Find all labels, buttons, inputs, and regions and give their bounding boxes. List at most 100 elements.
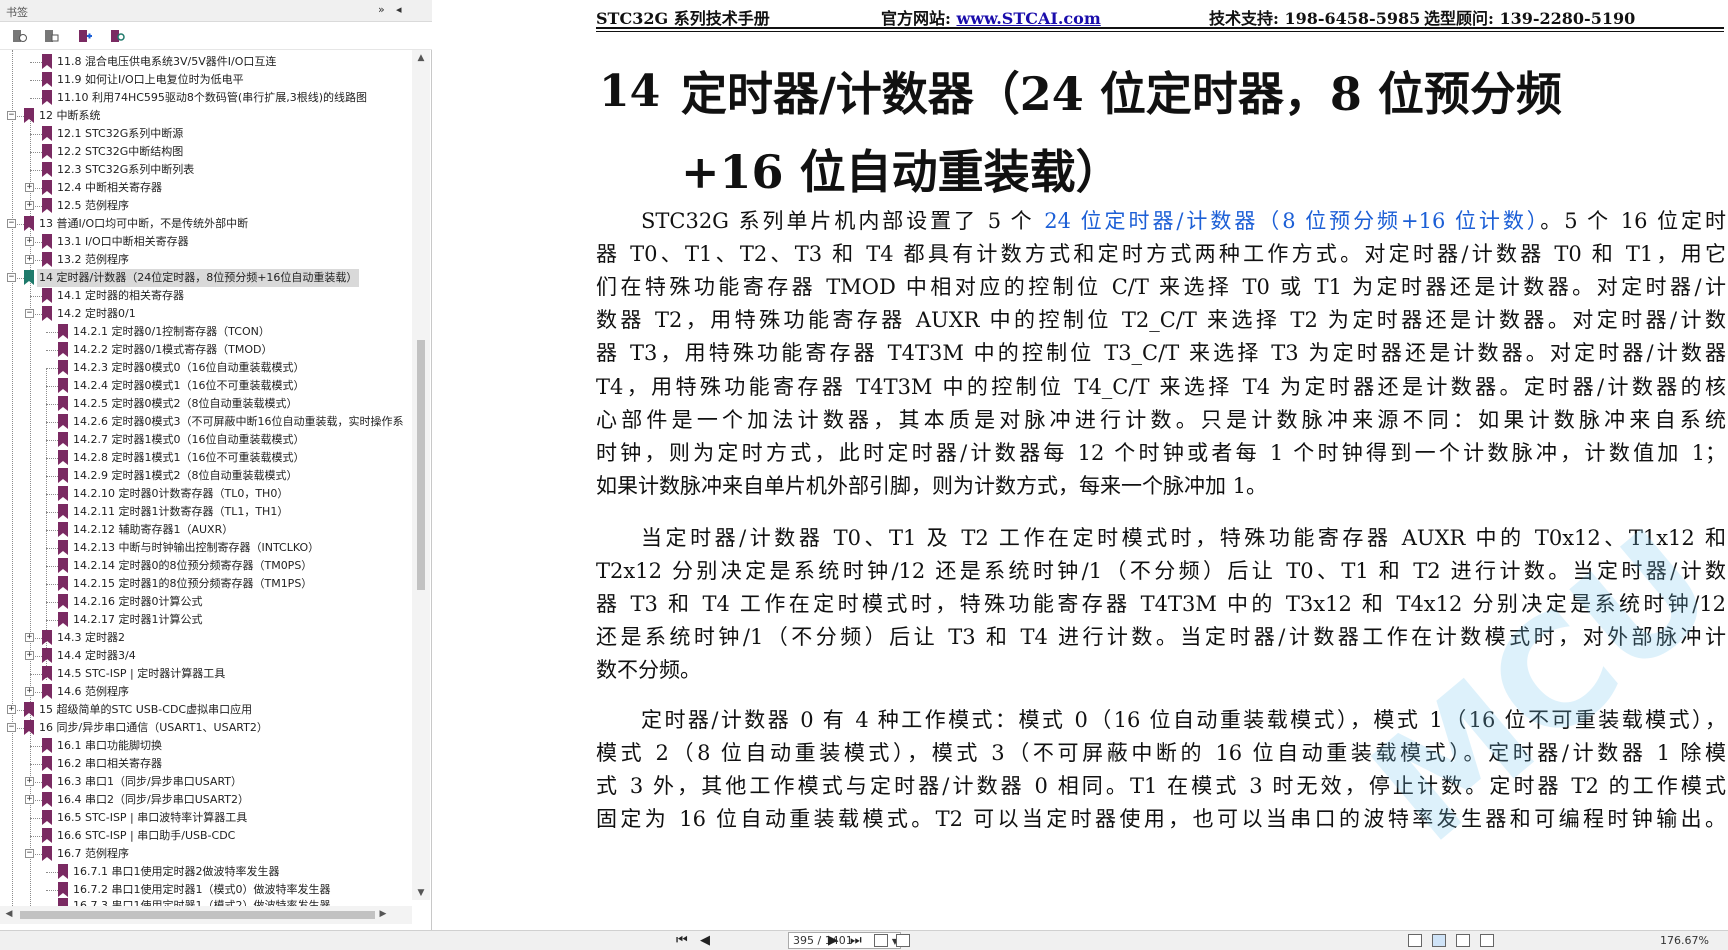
continuous-facing-view-icon[interactable] bbox=[1480, 934, 1494, 947]
previous-view-icon[interactable] bbox=[874, 934, 888, 947]
bookmark-item[interactable]: − 14.2 定时器0/1 bbox=[0, 305, 412, 323]
bookmark-new-icon[interactable] bbox=[76, 28, 94, 44]
expand-toggle-icon[interactable]: + bbox=[25, 795, 34, 804]
bookmark-item[interactable]: 16.1 串口功能脚切换 bbox=[0, 737, 412, 755]
bookmark-item[interactable]: 14.2.13 中断与时钟输出控制寄存器（INTCLKO） bbox=[0, 539, 412, 557]
bookmark-item[interactable]: − 16 同步/异步串口通信（USART1、USART2） bbox=[0, 719, 412, 737]
first-page-button[interactable]: ⏮ bbox=[676, 933, 688, 948]
expand-toggle-icon[interactable]: + bbox=[7, 705, 16, 714]
bookmark-options-icon[interactable] bbox=[10, 28, 28, 44]
scroll-down-arrow-icon[interactable]: ▼ bbox=[412, 888, 430, 898]
bookmark-item[interactable]: +14.3 定时器2 bbox=[0, 629, 412, 647]
bookmark-item[interactable]: 14.2.14 定时器0的8位预分频寄存器（TM0PS） bbox=[0, 557, 412, 575]
bookmark-item[interactable]: 14.5 STC-ISP | 定时器计算器工具 bbox=[0, 665, 412, 683]
bookmark-item[interactable]: +13.1 I/O口中断相关寄存器 bbox=[0, 233, 412, 251]
bookmark-item[interactable]: 14.2.7 定时器1模式0（16位自动重装载模式） bbox=[0, 431, 412, 449]
bookmark-flag-icon bbox=[42, 234, 52, 249]
tree-branch-line bbox=[30, 296, 42, 297]
scroll-up-arrow-icon[interactable]: ▲ bbox=[412, 53, 430, 63]
expand-toggle-icon[interactable]: + bbox=[25, 201, 34, 210]
bookmark-item[interactable]: 14.2.3 定时器0模式0（16位自动重装载模式） bbox=[0, 359, 412, 377]
expand-toggle-icon[interactable]: + bbox=[25, 687, 34, 696]
bookmark-item[interactable]: +15 超级简单的STC USB-CDC虚拟串口应用 bbox=[0, 701, 412, 719]
bookmark-item[interactable]: +14.6 范例程序 bbox=[0, 683, 412, 701]
bookmark-item[interactable]: 16.6 STC-ISP | 串口助手/USB-CDC bbox=[0, 827, 412, 845]
facing-view-icon[interactable] bbox=[1456, 934, 1470, 947]
bookmark-item[interactable]: 11.8 混合电压供电系统3V/5V器件I/O口互连 bbox=[0, 53, 412, 71]
bookmarks-panel: 书签 » ◂ 11.8 混合电压供电系统3V/5V器件I/O口互连 11.9 如何… bbox=[0, 0, 432, 930]
bookmark-label: 12.4 中断相关寄存器 bbox=[57, 181, 162, 194]
paragraph-line: 时钟，则为定时方式，此时定时器/计数器每 12 个时钟或者每 1 个时钟得到一个… bbox=[596, 440, 1726, 465]
bookmark-item[interactable]: 14.2.16 定时器0计算公式 bbox=[0, 593, 412, 611]
bookmark-item[interactable]: +13.2 范例程序 bbox=[0, 251, 412, 269]
next-view-icon[interactable] bbox=[896, 934, 910, 947]
collapse-panel-button[interactable]: » bbox=[378, 3, 385, 16]
bookmarks-header: 书签 » ◂ bbox=[0, 0, 432, 22]
previous-page-button[interactable]: ◀ bbox=[700, 933, 710, 948]
expand-toggle-icon[interactable]: + bbox=[25, 183, 34, 192]
bookmark-item[interactable]: 14.2.15 定时器1的8位预分频寄存器（TM1PS） bbox=[0, 575, 412, 593]
bookmark-item[interactable]: +12.4 中断相关寄存器 bbox=[0, 179, 412, 197]
collapse-toggle-icon[interactable]: − bbox=[7, 111, 16, 120]
zoom-level[interactable]: 176.67% bbox=[1660, 934, 1709, 947]
bookmark-item[interactable]: 11.9 如何让I/O口上电复位时为低电平 bbox=[0, 71, 412, 89]
expand-toggle-icon[interactable]: + bbox=[25, 255, 34, 264]
bookmark-item[interactable]: 16.7.3 串口1使用定时器1（模式2）做波特率发生器 bbox=[0, 897, 412, 906]
highlighted-text[interactable]: 24 位定时器/计数器（8 位预分频+16 位计数） bbox=[1044, 209, 1540, 233]
scroll-right-arrow-icon[interactable]: ▶ bbox=[374, 909, 392, 919]
bookmark-item[interactable]: +12.5 范例程序 bbox=[0, 197, 412, 215]
collapse-toggle-icon[interactable]: − bbox=[7, 219, 16, 228]
bookmark-expand-icon[interactable] bbox=[42, 28, 60, 44]
document-page: STC32G 系列技术手册 官方网站: www.STCAI.com 技术支持: … bbox=[433, 0, 1728, 930]
bookmarks-horizontal-scrollbar[interactable]: ◀ ▶ bbox=[0, 906, 412, 924]
bookmark-find-icon[interactable] bbox=[108, 28, 126, 44]
collapse-toggle-icon[interactable]: − bbox=[7, 723, 16, 732]
bookmark-item[interactable]: − 12 中断系统 bbox=[0, 107, 412, 125]
collapse-toggle-icon[interactable]: − bbox=[7, 273, 16, 282]
single-page-view-icon[interactable] bbox=[1408, 934, 1422, 947]
expand-toggle-icon[interactable]: + bbox=[25, 651, 34, 660]
bookmark-label: 16.2 串口相关寄存器 bbox=[57, 757, 162, 770]
bookmark-item[interactable]: 14.2.1 定时器0/1控制寄存器（TCON） bbox=[0, 323, 412, 341]
bookmark-item[interactable]: 14.2.12 辅助寄存器1（AUXR） bbox=[0, 521, 412, 539]
bookmark-item[interactable]: 12.1 STC32G系列中断源 bbox=[0, 125, 412, 143]
collapse-toggle-icon[interactable]: − bbox=[25, 849, 34, 858]
bookmark-item[interactable]: 12.3 STC32G系列中断列表 bbox=[0, 161, 412, 179]
last-page-button[interactable]: ⏭ bbox=[850, 933, 862, 948]
bookmark-item[interactable]: 14.2.2 定时器0/1模式寄存器（TMOD） bbox=[0, 341, 412, 359]
status-bar: ⏮ ◀ 395 / 1401 ▼ ▶ ⏭ 176.67% bbox=[0, 930, 1728, 950]
expand-toggle-icon[interactable]: + bbox=[25, 777, 34, 786]
bookmark-item[interactable]: +16.3 串口1（同步/异步串口USART） bbox=[0, 773, 412, 791]
bookmark-item[interactable]: 12.2 STC32G中断结构图 bbox=[0, 143, 412, 161]
bookmark-item[interactable]: 16.5 STC-ISP | 串口波特率计算器工具 bbox=[0, 809, 412, 827]
body-text-segment: 。5 个 16 位定时 bbox=[1540, 209, 1727, 233]
bookmark-item[interactable]: − 14 定时器/计数器（24位定时器，8位预分频+16位自动重装载） bbox=[0, 269, 412, 287]
continuous-view-icon[interactable] bbox=[1432, 934, 1446, 947]
expand-toggle-icon[interactable]: + bbox=[25, 237, 34, 246]
bookmark-item[interactable]: 14.2.11 定时器1计数寄存器（TL1，TH1） bbox=[0, 503, 412, 521]
bookmarks-vertical-scrollbar[interactable]: ▲ ▼ bbox=[412, 50, 430, 900]
bookmark-item[interactable]: 14.2.4 定时器0模式1（16位不可重装载模式） bbox=[0, 377, 412, 395]
scroll-left-arrow-icon[interactable]: ◀ bbox=[0, 909, 18, 919]
bookmark-item[interactable]: 11.10 利用74HC595驱动8个数码管(串行扩展,3根线)的线路图 bbox=[0, 89, 412, 107]
vertical-scroll-thumb[interactable] bbox=[417, 340, 425, 590]
bookmark-item[interactable]: +16.4 串口2（同步/异步串口USART2） bbox=[0, 791, 412, 809]
bookmark-item[interactable]: 16.7.1 串口1使用定时器2做波特率发生器 bbox=[0, 863, 412, 881]
bookmark-item[interactable]: 16.2 串口相关寄存器 bbox=[0, 755, 412, 773]
horizontal-scroll-thumb[interactable] bbox=[20, 911, 375, 919]
collapse-toggle-icon[interactable]: − bbox=[25, 309, 34, 318]
close-panel-button[interactable]: ◂ bbox=[396, 3, 402, 16]
bookmark-item[interactable]: 14.2.10 定时器0计数寄存器（TL0，TH0） bbox=[0, 485, 412, 503]
bookmark-item[interactable]: 14.2.9 定时器1模式2（8位自动重装载模式） bbox=[0, 467, 412, 485]
bookmark-item[interactable]: +14.4 定时器3/4 bbox=[0, 647, 412, 665]
expand-toggle-icon[interactable]: + bbox=[25, 633, 34, 642]
next-page-button[interactable]: ▶ bbox=[828, 933, 838, 948]
bookmark-item[interactable]: − 13 普通I/O口均可中断，不是传统外部中断 bbox=[0, 215, 412, 233]
bookmark-item[interactable]: − 16.7 范例程序 bbox=[0, 845, 412, 863]
website-link[interactable]: www.STCAI.com bbox=[956, 9, 1100, 28]
bookmark-item[interactable]: 14.2.6 定时器0模式3（不可屏蔽中断16位自动重装载，实时操作系 bbox=[0, 413, 412, 431]
bookmark-item[interactable]: 14.2.8 定时器1模式1（16位不可重装载模式） bbox=[0, 449, 412, 467]
bookmark-item[interactable]: 14.2.17 定时器1计算公式 bbox=[0, 611, 412, 629]
bookmark-item[interactable]: 14.1 定时器的相关寄存器 bbox=[0, 287, 412, 305]
bookmark-item[interactable]: 14.2.5 定时器0模式2（8位自动重装载模式） bbox=[0, 395, 412, 413]
